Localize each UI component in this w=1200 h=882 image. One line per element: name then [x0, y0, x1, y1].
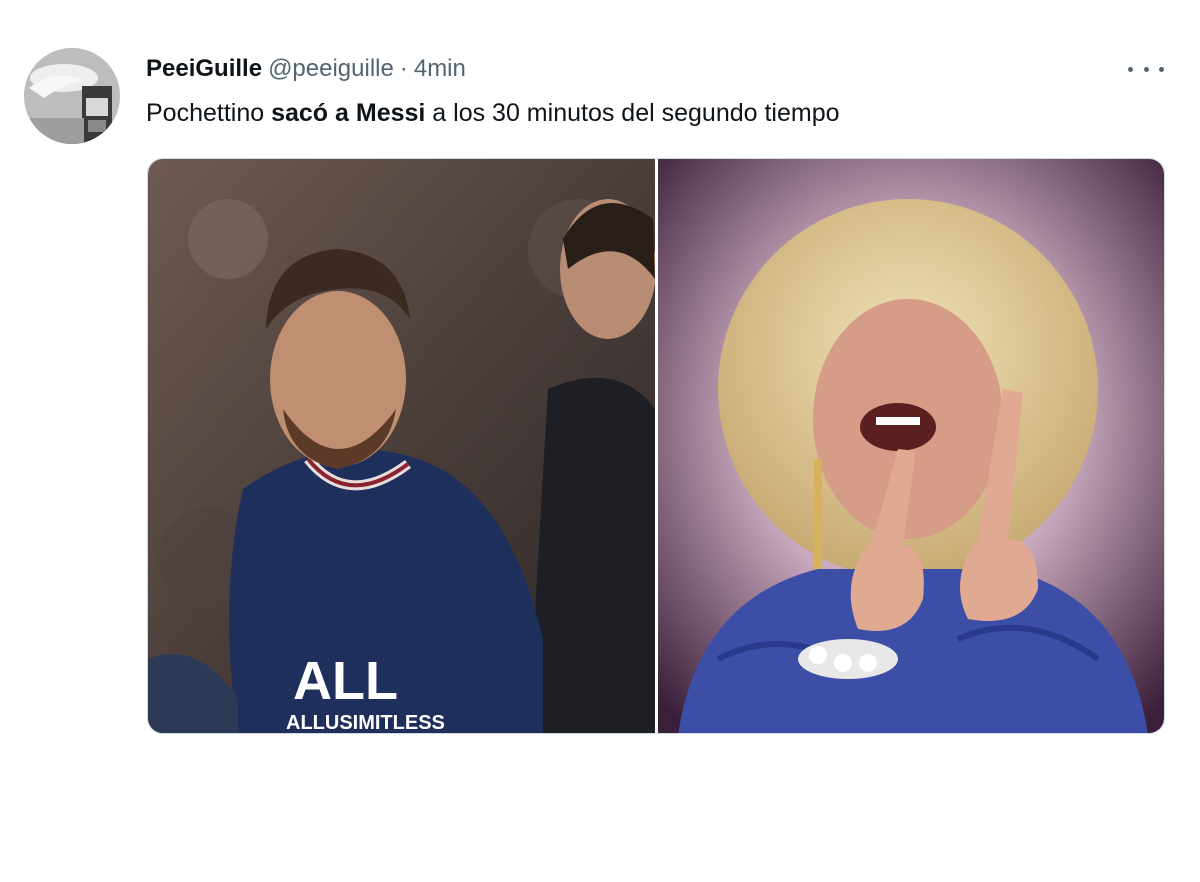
tweet-card[interactable]: PeeiGuille @peeiguille · 4min Pochettino sa… — [0, 0, 1200, 882]
tweet-text: Pochettino sacó a Messi a los 30 minutos… — [146, 97, 840, 129]
jersey-sponsor-logo: ALL — [293, 651, 398, 711]
tweet-text-bold: sacó a Messi — [271, 99, 426, 127]
more-options-button[interactable] — [1124, 54, 1168, 84]
avatar[interactable] — [24, 48, 120, 144]
tweet-media[interactable]: ALL ALLUSIMITLESS — [147, 158, 1165, 734]
media-image-left[interactable]: ALL ALLUSIMITLESS — [148, 159, 655, 733]
separator-dot: · — [399, 55, 408, 82]
tweet-text-part: Pochettino — [146, 99, 272, 127]
display-name[interactable]: PeeiGuille — [146, 55, 262, 82]
tweet-text-part: a los 30 minutos del segundo tiempo — [425, 99, 840, 127]
tv-character-photo — [658, 159, 1164, 733]
more-horizontal-icon — [1143, 66, 1149, 72]
user-handle[interactable]: @peeiguille — [268, 55, 394, 82]
media-image-right[interactable] — [658, 159, 1164, 733]
jersey-sponsor-sub: ALLUSIMITLESS — [286, 712, 445, 733]
footballer-photo: ALL ALLUSIMITLESS — [148, 159, 655, 733]
more-horizontal-icon — [1159, 66, 1164, 72]
timestamp[interactable]: 4min — [414, 55, 466, 82]
more-horizontal-icon — [1128, 66, 1133, 72]
avatar-image — [24, 48, 120, 144]
tweet-header: PeeiGuille @peeiguille · 4min — [146, 54, 466, 84]
